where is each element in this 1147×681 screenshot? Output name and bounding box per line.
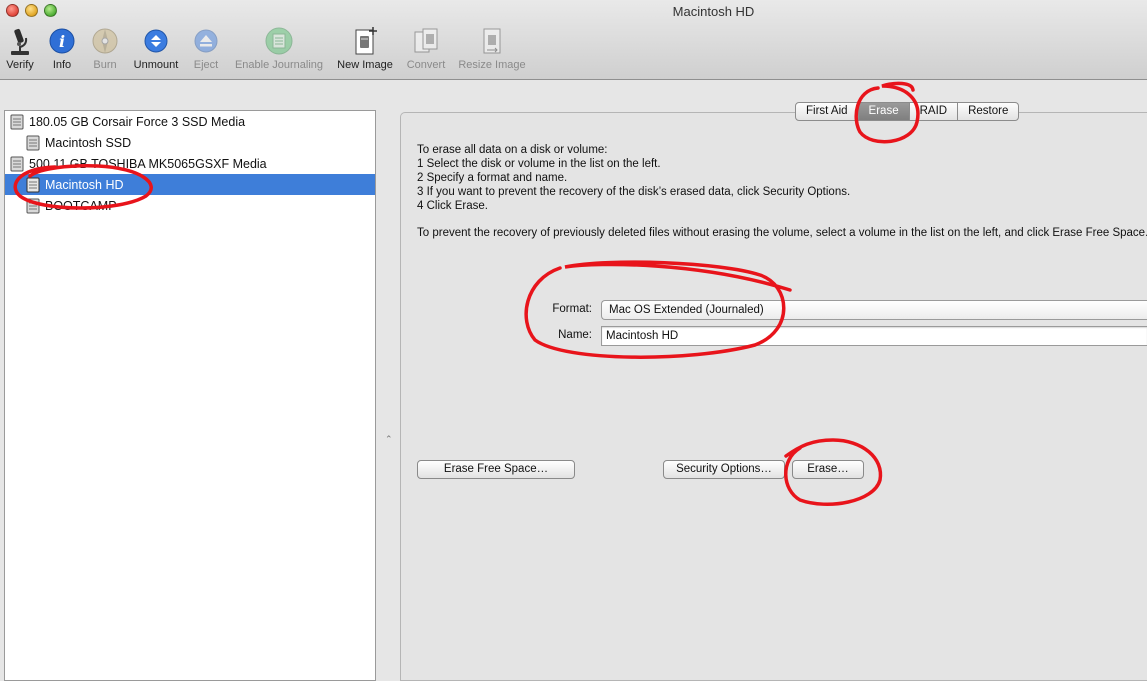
- convert-icon: [411, 26, 441, 56]
- instruction-line: To erase all data on a disk or volume:: [417, 144, 608, 156]
- tab-bar: First Aid Erase RAID Restore: [795, 102, 1020, 121]
- volume-item-label: BOOTCAMP: [45, 198, 117, 213]
- convert-label: Convert: [406, 59, 446, 71]
- enable-journaling-label: Enable Journaling: [234, 59, 324, 71]
- burn-disc-icon: [90, 26, 120, 56]
- window-title: Macintosh HD: [672, 4, 755, 19]
- erase-free-space-hint: To prevent the recovery of previously de…: [417, 227, 1147, 239]
- tab-raid[interactable]: RAID: [909, 102, 959, 121]
- disk-item-corsair[interactable]: 180.05 GB Corsair Force 3 SSD Media: [5, 111, 375, 132]
- new-image-button[interactable]: New Image: [334, 26, 396, 76]
- unmount-icon: [141, 26, 171, 56]
- unmount-button[interactable]: Unmount: [128, 26, 184, 76]
- instruction-line: 3 If you want to prevent the recovery of…: [417, 186, 851, 198]
- tab-erase[interactable]: Erase: [858, 102, 910, 121]
- security-options-button[interactable]: Security Options…: [663, 460, 785, 479]
- svg-text:i: i: [59, 32, 65, 51]
- instruction-line: 2 Specify a format and name.: [417, 172, 568, 184]
- instruction-line: 4 Click Erase.: [417, 200, 488, 212]
- split-view-handle[interactable]: ⌃: [385, 434, 393, 445]
- tab-first-aid[interactable]: First Aid: [795, 102, 859, 121]
- disk-item-toshiba[interactable]: 500.11 GB TOSHIBA MK5065GSXF Media: [5, 153, 375, 174]
- verify-button[interactable]: Verify: [2, 26, 38, 76]
- volume-icon: [26, 177, 40, 192]
- toolbar: Verify i Info Burn Unmount Eject Enable …: [0, 26, 1147, 76]
- instruction-line: 1 Select the disk or volume in the list …: [417, 158, 661, 170]
- disk-item-label: 500.11 GB TOSHIBA MK5065GSXF Media: [29, 156, 267, 171]
- format-select[interactable]: Mac OS Extended (Journaled): [601, 300, 1147, 320]
- new-image-icon: [350, 26, 380, 56]
- resize-image-icon: [477, 26, 507, 56]
- volume-item-macintosh-ssd[interactable]: Macintosh SSD: [5, 132, 375, 153]
- volume-icon: [26, 198, 40, 213]
- erase-free-space-button[interactable]: Erase Free Space…: [417, 460, 575, 479]
- verify-label: Verify: [6, 59, 34, 71]
- microscope-icon: [5, 26, 35, 56]
- volume-item-label: Macintosh SSD: [45, 135, 132, 150]
- enable-journaling-button[interactable]: Enable Journaling: [232, 26, 326, 76]
- tab-restore[interactable]: Restore: [958, 102, 1020, 121]
- disk-item-label: 180.05 GB Corsair Force 3 SSD Media: [29, 114, 246, 129]
- unmount-label: Unmount: [133, 59, 179, 71]
- burn-label: Burn: [93, 59, 117, 71]
- info-label: Info: [52, 59, 72, 71]
- erase-instructions: To erase all data on a disk or volume: 1…: [417, 143, 1147, 213]
- volume-item-label: Macintosh HD: [45, 177, 124, 192]
- hard-drive-icon: [10, 114, 24, 129]
- disk-list[interactable]: 180.05 GB Corsair Force 3 SSD Media Maci…: [4, 110, 376, 681]
- volume-icon: [26, 135, 40, 150]
- resize-image-label: Resize Image: [458, 59, 526, 71]
- erase-button[interactable]: Erase…: [792, 460, 864, 479]
- convert-button[interactable]: Convert: [402, 26, 450, 76]
- eject-label: Eject: [193, 59, 219, 71]
- volume-name-field[interactable]: Macintosh HD: [601, 326, 1147, 346]
- name-label: Name:: [558, 329, 592, 341]
- resize-image-button[interactable]: Resize Image: [456, 26, 528, 76]
- window-titlebar: Macintosh HD Verify i Info Burn Unmount …: [0, 0, 1147, 80]
- eject-button[interactable]: Eject: [190, 26, 222, 76]
- volume-item-bootcamp[interactable]: BOOTCAMP: [5, 195, 375, 216]
- info-icon: i: [47, 26, 77, 56]
- burn-button[interactable]: Burn: [88, 26, 122, 76]
- eject-icon: [191, 26, 221, 56]
- format-label: Format:: [552, 303, 592, 315]
- hard-drive-icon: [10, 156, 24, 171]
- journaling-icon: [264, 26, 294, 56]
- volume-item-macintosh-hd[interactable]: Macintosh HD: [5, 174, 375, 195]
- info-button[interactable]: i Info: [46, 26, 78, 76]
- new-image-label: New Image: [337, 59, 393, 71]
